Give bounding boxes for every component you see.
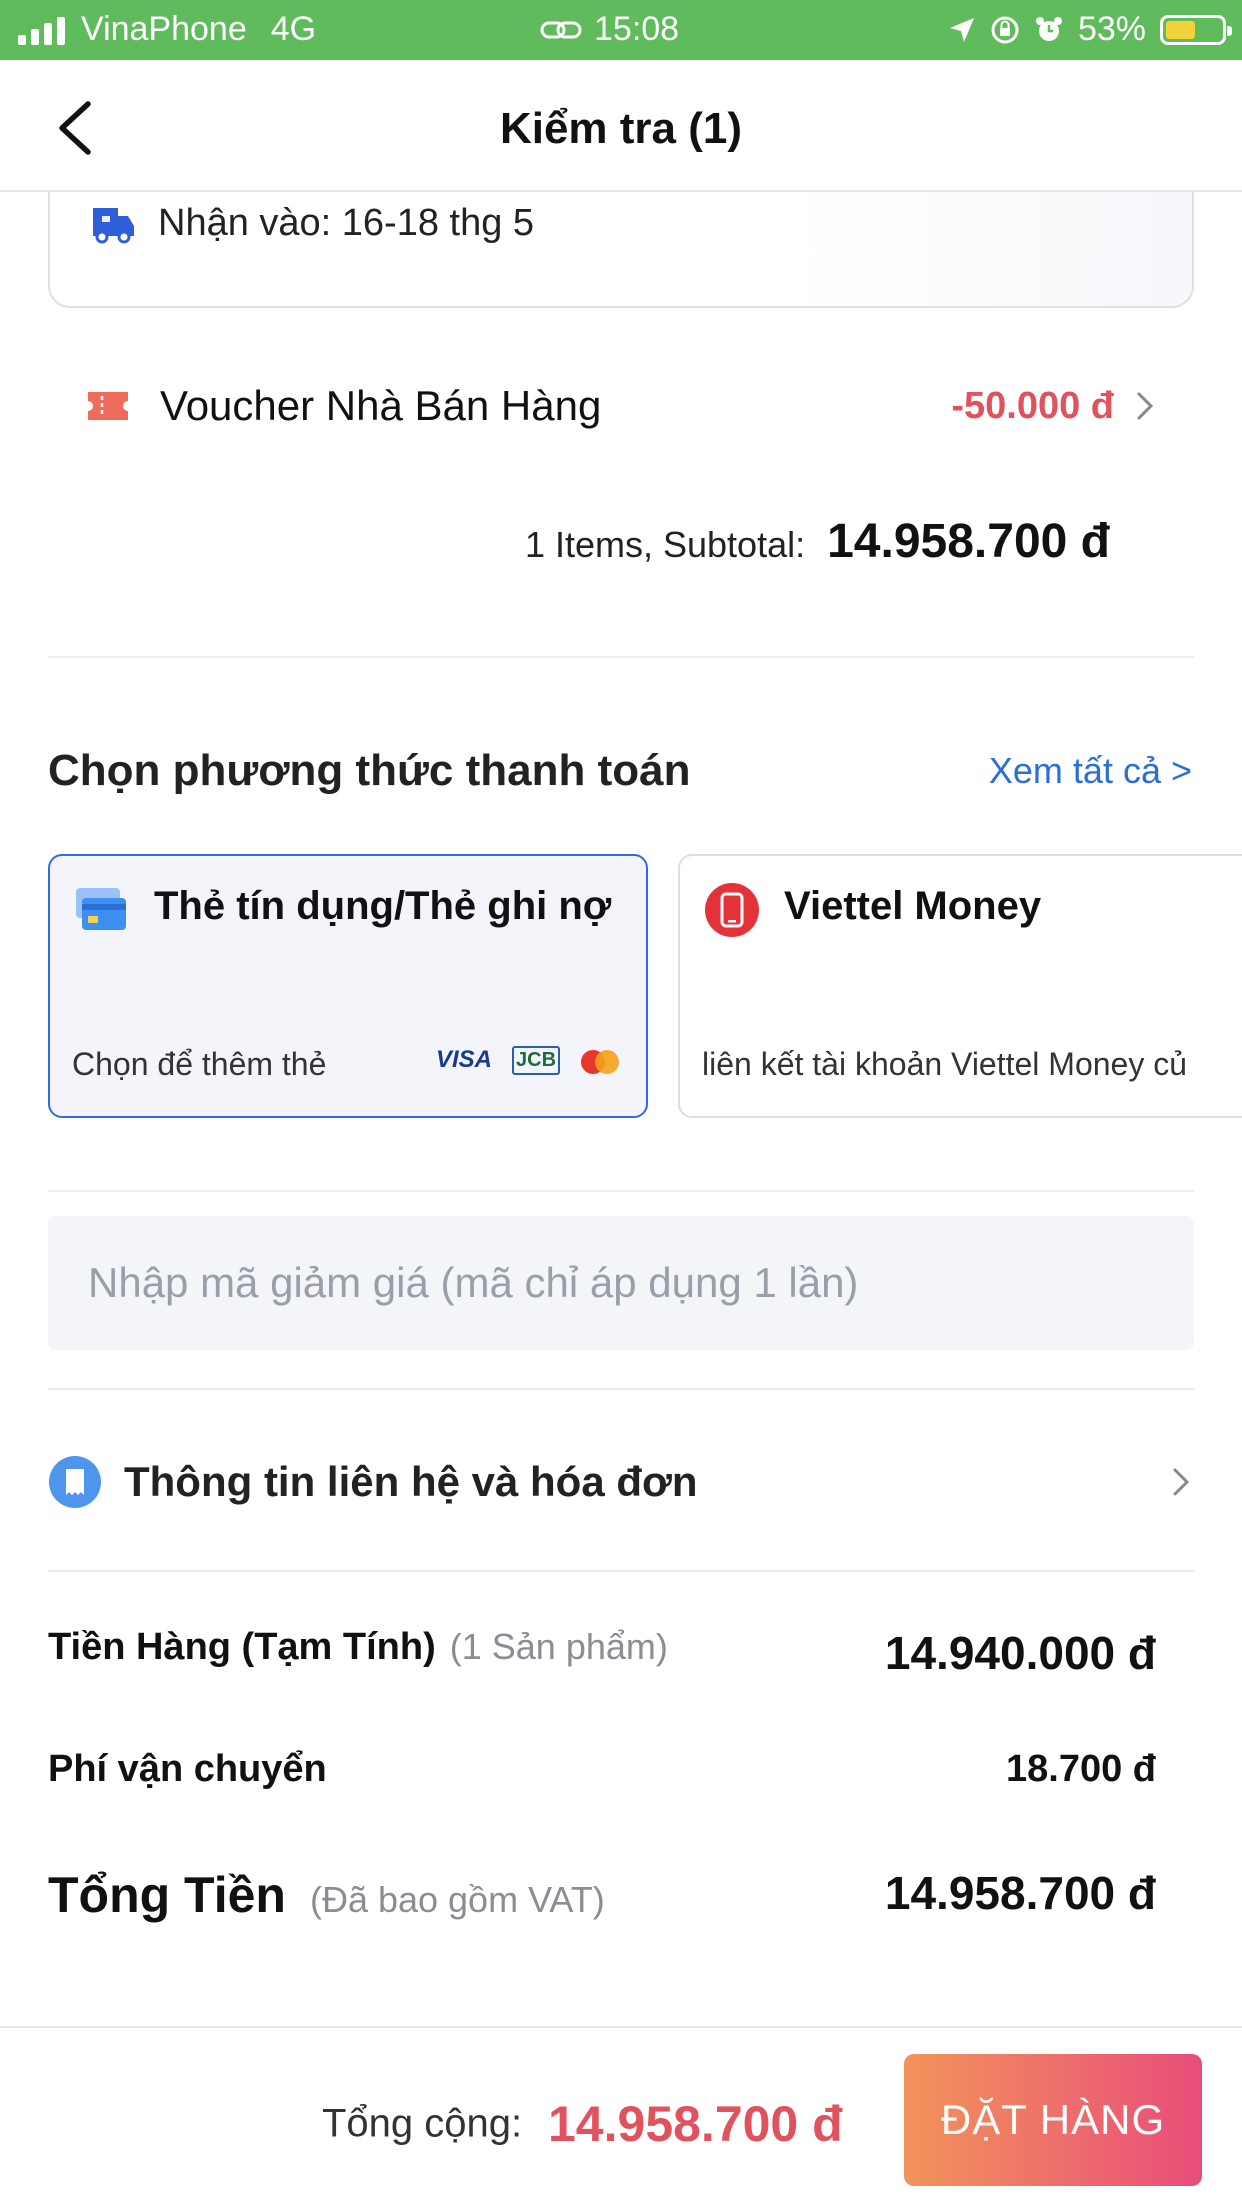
battery-icon <box>1160 14 1232 45</box>
goods-value: 14.940.000 đ <box>884 1627 1156 1679</box>
delivery-date-text: Nhận vào: 16-18 thg 5 <box>158 202 535 244</box>
total-row: Tổng Tiền (Đã bao gồm VAT) 14.958.700 đ <box>48 1866 1156 1924</box>
payment-method-subtitle: Chọn để thêm thẻ <box>72 1046 327 1082</box>
footer-total-label: Tổng cộng: <box>322 2101 523 2146</box>
shipping-fee-row: Phí vận chuyển 18.700 đ <box>48 1748 1156 1791</box>
section-divider <box>48 1388 1194 1390</box>
payment-method-title: Thẻ tín dụng/Thẻ ghi nợ <box>154 884 612 928</box>
section-divider <box>48 1190 1194 1192</box>
goods-subtotal-row: Tiền Hàng (Tạm Tính) (1 Sản phẩm) 14.940… <box>48 1626 1156 1679</box>
goods-count-note: (1 Sản phẩm) <box>449 1626 668 1667</box>
payment-method-title: Viettel Money <box>784 884 1042 928</box>
voucher-ticket-icon <box>88 392 128 420</box>
battery-percent: 53% <box>1077 10 1146 48</box>
shipping-value: 18.700 đ <box>1006 1748 1156 1790</box>
delivery-truck-icon <box>93 207 134 243</box>
clock: 15:08 <box>594 10 680 48</box>
goods-label: Tiền Hàng (Tạm Tính) <box>48 1626 436 1668</box>
seller-voucher-row[interactable]: Voucher Nhà Bán Hàng -50.000 đ <box>86 376 1194 436</box>
visa-logo: VISA <box>436 1046 493 1073</box>
payment-method-card-credit[interactable]: Thẻ tín dụng/Thẻ ghi nợ Chọn để thêm thẻ… <box>48 854 648 1118</box>
shipping-label: Phí vận chuyển <box>48 1748 327 1790</box>
voucher-discount-value: -50.000 đ <box>951 384 1114 427</box>
checkout-bottom-bar: Tổng cộng: 14.958.700 đ ĐẶT HÀNG <box>0 2026 1242 2208</box>
status-bar: VinaPhone 4G 15:08 53% <box>0 0 1242 60</box>
alarm-icon <box>1035 16 1062 41</box>
section-divider <box>48 1570 1194 1572</box>
chevron-right-icon <box>1173 1468 1190 1496</box>
jcb-logo: JCB <box>512 1046 561 1075</box>
subtotal-row: 1 Items, Subtotal: 14.958.700 đ <box>525 514 1110 569</box>
card-background-decoration <box>792 192 1192 306</box>
total-value: 14.958.700 đ <box>884 1867 1156 1919</box>
cellular-signal-icon <box>18 15 65 45</box>
subtotal-value: 14.958.700 đ <box>827 515 1110 568</box>
vat-note: (Đã bao gồm VAT) <box>309 1879 605 1920</box>
subtotal-label: 1 Items, Subtotal: <box>524 524 806 565</box>
discount-code-input[interactable] <box>48 1216 1194 1350</box>
top-nav-bar: Kiểm tra (1) <box>0 60 1242 192</box>
rotation-lock-icon <box>991 16 1019 43</box>
payment-method-subtitle: liên kết tài khoản Viettel Money củ <box>702 1046 1188 1082</box>
location-arrow-icon <box>949 17 974 42</box>
contact-invoice-label: Thông tin liên hệ và hóa đơn <box>124 1458 698 1505</box>
carrier-name: VinaPhone <box>81 10 247 48</box>
network-type: 4G <box>270 10 317 48</box>
see-all-payment-link[interactable]: Xem tất cả > <box>989 750 1192 792</box>
payment-method-card-viettel[interactable]: Viettel Money liên kết tài khoản Viettel… <box>678 854 1242 1118</box>
chevron-right-icon <box>1137 392 1154 420</box>
discount-code-box <box>48 1216 1194 1350</box>
contact-invoice-row[interactable]: Thông tin liên hệ và hóa đơn <box>48 1452 1194 1512</box>
voucher-label: Voucher Nhà Bán Hàng <box>160 382 602 429</box>
link-icon <box>540 21 582 38</box>
payment-section-title: Chọn phương thức thanh toán <box>48 746 691 795</box>
receipt-icon <box>49 1456 101 1508</box>
viettel-money-icon <box>705 883 759 937</box>
credit-card-icon <box>76 888 126 930</box>
place-order-button[interactable]: ĐẶT HÀNG <box>904 2054 1202 2186</box>
mastercard-logo <box>581 1050 619 1074</box>
section-divider <box>48 656 1194 658</box>
page-title: Kiểm tra (1) <box>499 104 743 153</box>
total-label: Tổng Tiền <box>48 1867 286 1923</box>
delivery-info-card: Nhận vào: 16-18 thg 5 <box>48 192 1194 308</box>
footer-total-value: 14.958.700 đ <box>548 2096 843 2152</box>
